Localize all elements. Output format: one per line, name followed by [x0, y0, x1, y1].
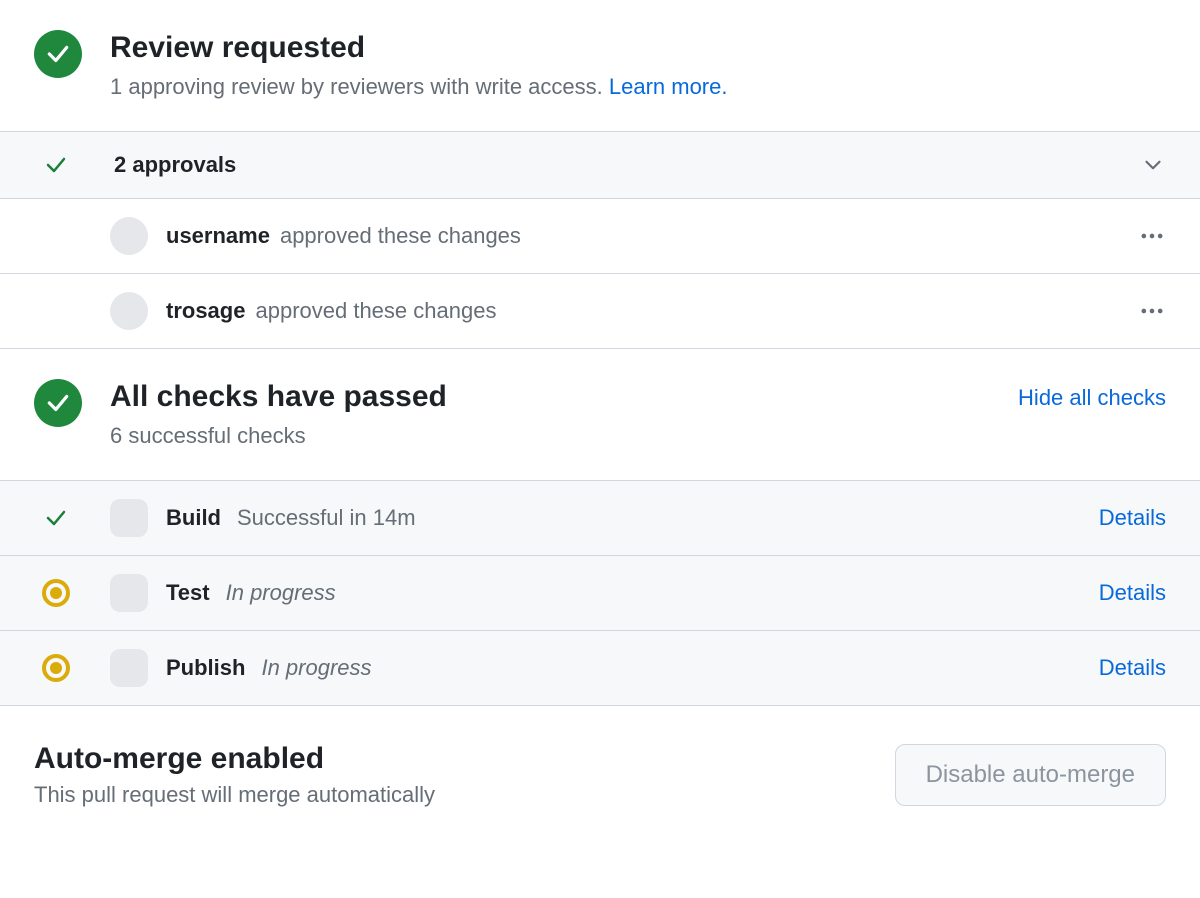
- success-circle-icon: [34, 379, 82, 427]
- check-caption: In progress: [226, 580, 1099, 606]
- check-icon: [44, 153, 68, 177]
- check-progress-icon: [40, 579, 72, 607]
- approvals-summary: 2 approvals: [114, 152, 1140, 178]
- check-name: Publish: [166, 655, 245, 681]
- check-list: BuildSuccessful in 14mDetailsTestIn prog…: [0, 480, 1200, 706]
- learn-more-link[interactable]: Learn more.: [609, 74, 728, 99]
- check-name: Build: [166, 505, 221, 531]
- automerge-section: Auto-merge enabled This pull request wil…: [0, 706, 1200, 818]
- automerge-subtext: This pull request will merge automatical…: [34, 782, 895, 808]
- checks-section: All checks have passed 6 successful chec…: [0, 349, 1200, 480]
- reviewer-name: trosage: [166, 298, 245, 324]
- check-caption: In progress: [261, 655, 1098, 681]
- check-avatar: [110, 574, 148, 612]
- reviewer-name: username: [166, 223, 270, 249]
- check-details-link[interactable]: Details: [1099, 580, 1166, 606]
- check-avatar: [110, 649, 148, 687]
- check-avatar: [110, 499, 148, 537]
- checks-subtext: 6 successful checks: [110, 421, 1018, 452]
- check-caption: Successful in 14m: [237, 505, 1099, 531]
- check-success-icon: [40, 506, 72, 530]
- check-progress-icon: [40, 654, 72, 682]
- success-circle-icon: [34, 30, 82, 78]
- reviewer-row: trosage approved these changes: [0, 274, 1200, 349]
- check-row: Test In progressDetails: [0, 555, 1200, 630]
- check-details-link[interactable]: Details: [1099, 505, 1166, 531]
- approvals-toggle[interactable]: 2 approvals: [0, 131, 1200, 199]
- review-subtext: 1 approving review by reviewers with wri…: [110, 72, 1166, 103]
- review-section: Review requested 1 approving review by r…: [0, 0, 1200, 131]
- kebab-icon[interactable]: [1138, 222, 1166, 250]
- checks-title: All checks have passed: [110, 379, 1018, 415]
- check-row: Publish In progressDetails: [0, 630, 1200, 705]
- check-row: Build Successful in 14mDetails: [0, 480, 1200, 555]
- automerge-title: Auto-merge enabled: [34, 742, 895, 776]
- review-title: Review requested: [110, 30, 1166, 66]
- avatar: [110, 292, 148, 330]
- kebab-icon[interactable]: [1138, 297, 1166, 325]
- check-name: Test: [166, 580, 210, 606]
- reviewer-row: username approved these changes: [0, 199, 1200, 274]
- reviewer-action: approved these changes: [255, 298, 1138, 324]
- chevron-down-icon: [1140, 152, 1166, 178]
- check-details-link[interactable]: Details: [1099, 655, 1166, 681]
- avatar: [110, 217, 148, 255]
- reviewer-list: username approved these changes trosage app…: [0, 199, 1200, 349]
- reviewer-action: approved these changes: [280, 223, 1138, 249]
- disable-automerge-button[interactable]: Disable auto-merge: [895, 744, 1166, 806]
- hide-all-checks-link[interactable]: Hide all checks: [1018, 385, 1166, 411]
